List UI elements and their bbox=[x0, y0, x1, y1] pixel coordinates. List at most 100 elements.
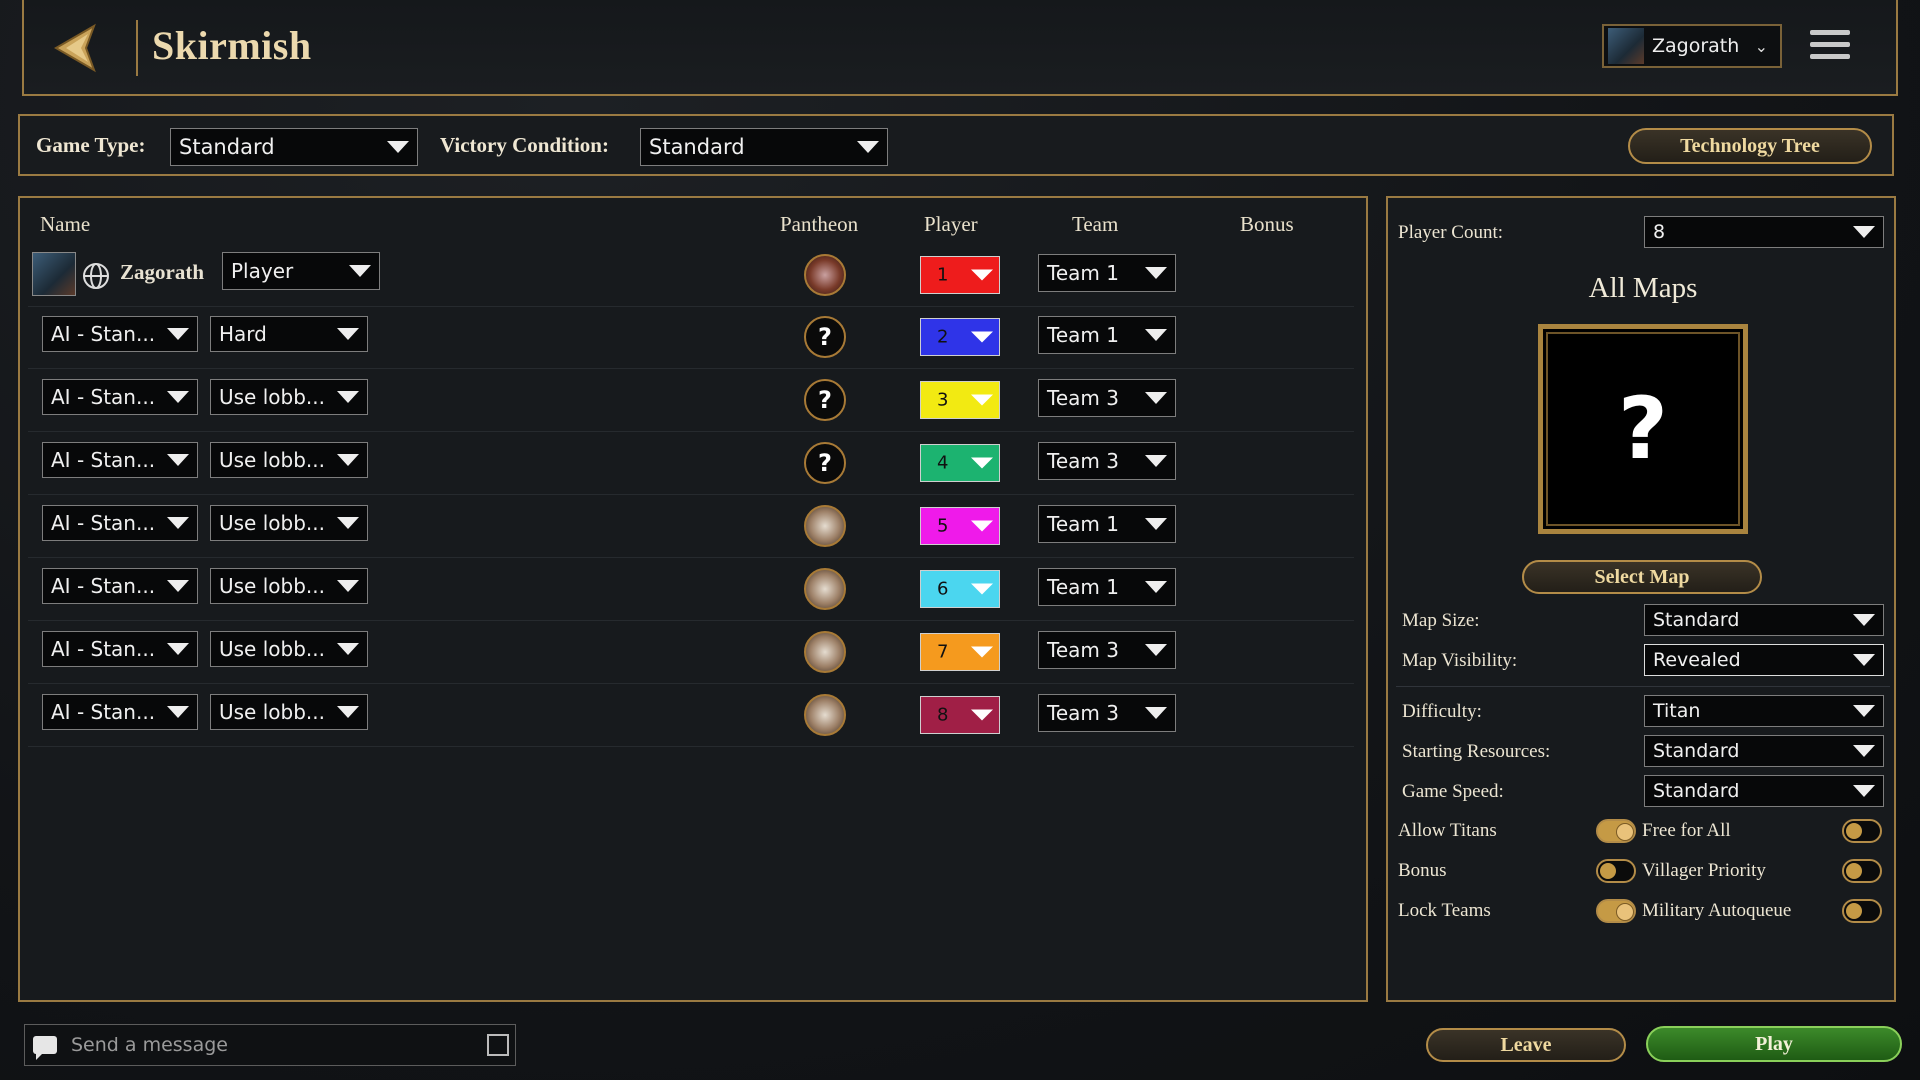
ai-personality-dropdown[interactable]: AI - Stan... bbox=[42, 316, 198, 352]
dropdown-arrow-icon bbox=[387, 141, 409, 153]
ai-difficulty-dropdown[interactable]: Use lobb... bbox=[210, 631, 368, 667]
back-arrow-icon[interactable] bbox=[48, 22, 104, 74]
ai-personality-dropdown[interactable]: AI - Stan... bbox=[42, 568, 198, 604]
player-color-dropdown[interactable]: 6 bbox=[920, 570, 1000, 608]
ai-personality-dropdown[interactable]: AI - Stan... bbox=[42, 442, 198, 478]
difficulty-dropdown[interactable]: Titan bbox=[1644, 695, 1884, 727]
lock-teams-toggle[interactable] bbox=[1596, 899, 1636, 923]
dropdown-arrow-icon bbox=[167, 391, 189, 403]
name-column-header: Name bbox=[40, 212, 91, 236]
player-color-dropdown[interactable]: 1 bbox=[920, 256, 1000, 294]
chevron-down-icon: ⌄ bbox=[1754, 36, 1768, 56]
ai-player-row: AI - Stan... Use lobb...? 3 Team 3 bbox=[28, 369, 1354, 432]
player-color-dropdown[interactable]: 7 bbox=[920, 633, 1000, 671]
game-type-dropdown[interactable]: Standard bbox=[170, 128, 418, 166]
player-count-label: Player Count: bbox=[1398, 222, 1504, 243]
compose-icon[interactable] bbox=[487, 1034, 509, 1056]
ai-difficulty-dropdown[interactable]: Use lobb... bbox=[210, 568, 368, 604]
dropdown-arrow-icon bbox=[1145, 707, 1167, 719]
team-dropdown[interactable]: Team 3 bbox=[1038, 379, 1176, 417]
ai-difficulty-dropdown[interactable]: Use lobb... bbox=[210, 379, 368, 415]
host-player-name: Zagorath bbox=[120, 260, 204, 284]
ai-difficulty-value: Use lobb... bbox=[219, 637, 325, 661]
starting-resources-dropdown[interactable]: Standard bbox=[1644, 735, 1884, 767]
team-value: Team 3 bbox=[1047, 386, 1119, 410]
profile-dropdown[interactable]: Zagorath ⌄ bbox=[1602, 24, 1782, 68]
pantheon-god-icon[interactable] bbox=[804, 505, 846, 547]
military-autoqueue-toggle[interactable] bbox=[1842, 899, 1882, 923]
chat-input[interactable] bbox=[69, 1033, 463, 1057]
top-header: Skirmish Zagorath ⌄ bbox=[22, 0, 1898, 96]
allow-titans-label: Allow Titans bbox=[1398, 820, 1497, 841]
villager-priority-toggle[interactable] bbox=[1842, 859, 1882, 883]
dropdown-arrow-icon bbox=[971, 709, 993, 721]
lock-teams-label: Lock Teams bbox=[1398, 900, 1491, 921]
pantheon-god-icon[interactable] bbox=[804, 631, 846, 673]
player-count-dropdown[interactable]: 8 bbox=[1644, 216, 1884, 248]
ai-difficulty-dropdown[interactable]: Use lobb... bbox=[210, 505, 368, 541]
map-placeholder: ? bbox=[1618, 379, 1668, 479]
team-dropdown[interactable]: Team 3 bbox=[1038, 442, 1176, 480]
ai-difficulty-value: Use lobb... bbox=[219, 700, 325, 724]
ai-difficulty-value: Use lobb... bbox=[219, 385, 325, 409]
pantheon-god-icon[interactable] bbox=[804, 694, 846, 736]
dropdown-arrow-icon bbox=[971, 269, 993, 281]
dropdown-arrow-icon bbox=[971, 520, 993, 532]
ai-personality-value: AI - Stan... bbox=[51, 700, 156, 724]
pantheon-god-icon[interactable] bbox=[804, 568, 846, 610]
difficulty-value: Titan bbox=[1653, 700, 1701, 722]
pantheon-god-icon[interactable] bbox=[804, 254, 846, 296]
team-dropdown[interactable]: Team 1 bbox=[1038, 568, 1176, 606]
game-speed-dropdown[interactable]: Standard bbox=[1644, 775, 1884, 807]
victory-condition-label: Victory Condition: bbox=[440, 133, 609, 157]
team-dropdown[interactable]: Team 1 bbox=[1038, 505, 1176, 543]
team-dropdown[interactable]: Team 3 bbox=[1038, 694, 1176, 732]
map-size-value: Standard bbox=[1653, 609, 1740, 631]
random-pantheon-icon[interactable]: ? bbox=[804, 442, 846, 484]
player-number: 8 bbox=[937, 704, 949, 726]
player-color-dropdown[interactable]: 5 bbox=[920, 507, 1000, 545]
map-visibility-dropdown[interactable]: Revealed bbox=[1644, 644, 1884, 676]
victory-condition-dropdown[interactable]: Standard bbox=[640, 128, 888, 166]
dropdown-arrow-icon bbox=[1853, 705, 1875, 717]
dropdown-arrow-icon bbox=[1145, 518, 1167, 530]
player-color-dropdown[interactable]: 3 bbox=[920, 381, 1000, 419]
team-value: Team 1 bbox=[1047, 323, 1119, 347]
game-speed-label: Game Speed: bbox=[1402, 781, 1504, 802]
random-pantheon-icon[interactable]: ? bbox=[804, 316, 846, 358]
hamburger-menu-icon[interactable] bbox=[1810, 30, 1850, 64]
team-dropdown[interactable]: Team 1 bbox=[1038, 316, 1176, 354]
player-type-value: Player bbox=[231, 259, 294, 283]
player-color-dropdown[interactable]: 4 bbox=[920, 444, 1000, 482]
play-button[interactable]: Play bbox=[1646, 1026, 1902, 1062]
player-color-dropdown[interactable]: 2 bbox=[920, 318, 1000, 356]
random-pantheon-icon[interactable]: ? bbox=[804, 379, 846, 421]
players-panel: Name Pantheon Player Team Bonus Zagorath… bbox=[18, 196, 1368, 1002]
player-type-dropdown[interactable]: Player bbox=[222, 252, 380, 290]
bonus-toggle[interactable] bbox=[1596, 859, 1636, 883]
ai-difficulty-dropdown[interactable]: Use lobb... bbox=[210, 694, 368, 730]
free-for-all-toggle[interactable] bbox=[1842, 819, 1882, 843]
map-visibility-label: Map Visibility: bbox=[1402, 650, 1518, 671]
free-for-all-label: Free for All bbox=[1642, 820, 1731, 841]
dropdown-arrow-icon bbox=[167, 643, 189, 655]
leave-button[interactable]: Leave bbox=[1426, 1028, 1626, 1062]
team-dropdown[interactable]: Team 1 bbox=[1038, 254, 1176, 292]
ai-personality-dropdown[interactable]: AI - Stan... bbox=[42, 379, 198, 415]
allow-titans-toggle[interactable] bbox=[1596, 819, 1636, 843]
ai-personality-dropdown[interactable]: AI - Stan... bbox=[42, 631, 198, 667]
ai-personality-dropdown[interactable]: AI - Stan... bbox=[42, 694, 198, 730]
team-dropdown[interactable]: Team 3 bbox=[1038, 631, 1176, 669]
team-value: Team 1 bbox=[1047, 512, 1119, 536]
map-size-dropdown[interactable]: Standard bbox=[1644, 604, 1884, 636]
dropdown-arrow-icon bbox=[1145, 455, 1167, 467]
chat-box[interactable] bbox=[24, 1024, 516, 1066]
ai-personality-dropdown[interactable]: AI - Stan... bbox=[42, 505, 198, 541]
dropdown-arrow-icon bbox=[337, 706, 359, 718]
ai-difficulty-dropdown[interactable]: Use lobb... bbox=[210, 442, 368, 478]
select-map-button[interactable]: Select Map bbox=[1522, 560, 1762, 594]
technology-tree-button[interactable]: Technology Tree bbox=[1628, 128, 1872, 164]
dropdown-arrow-icon bbox=[1145, 581, 1167, 593]
player-color-dropdown[interactable]: 8 bbox=[920, 696, 1000, 734]
ai-difficulty-dropdown[interactable]: Hard bbox=[210, 316, 368, 352]
